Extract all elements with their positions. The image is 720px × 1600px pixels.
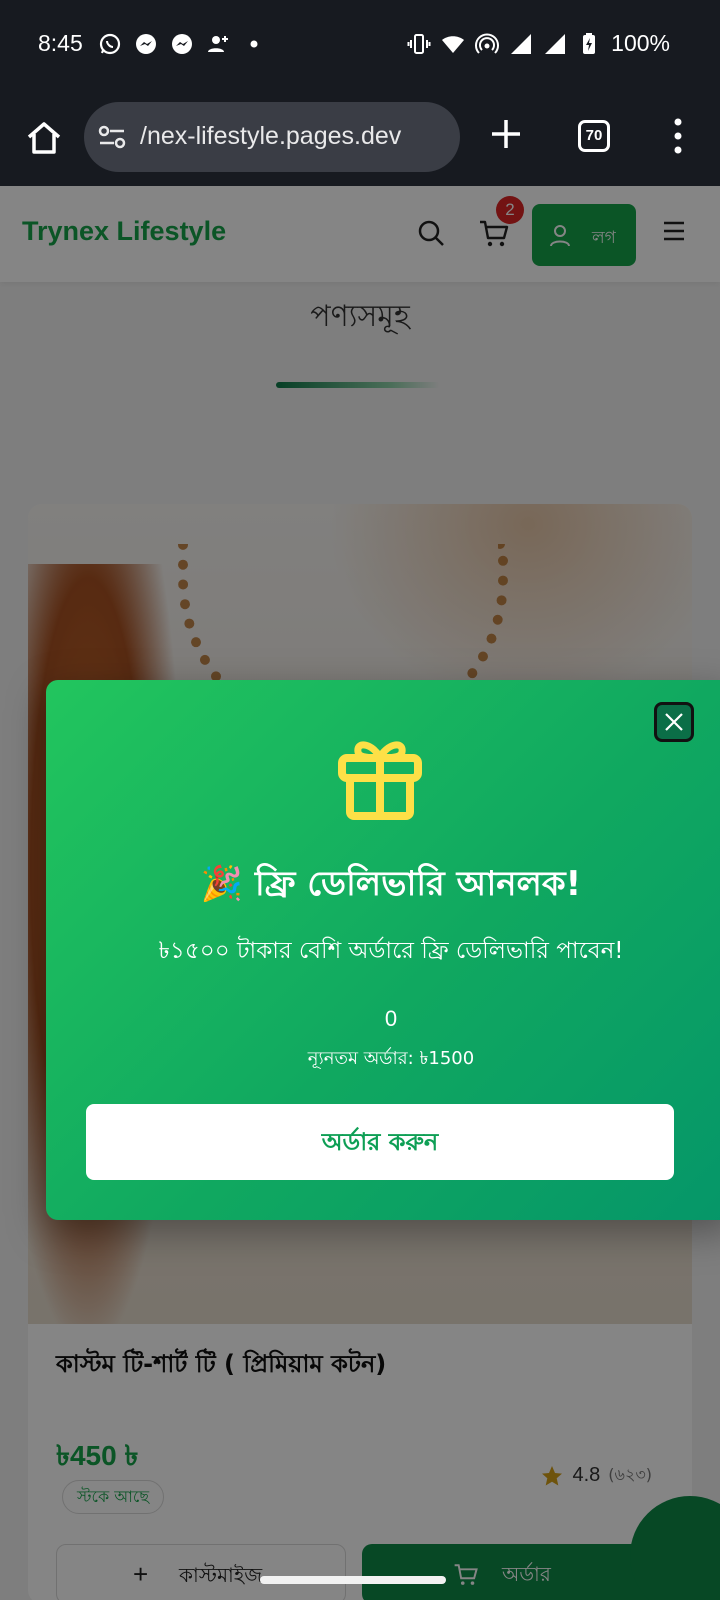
dot-icon	[250, 40, 258, 48]
browser-toolbar: /nex-lifestyle.pages.dev 70	[0, 88, 720, 186]
free-delivery-modal: 🎉 ফ্রি ডেলিভারি আনলক! ৳১৫০০ টাকার বেশি অ…	[46, 680, 720, 1220]
notification-icons	[98, 32, 266, 56]
messenger-icon	[136, 34, 156, 54]
party-popper-icon: 🎉	[200, 864, 244, 904]
status-time: 8:45	[38, 30, 83, 56]
site-settings-icon[interactable]	[98, 125, 126, 149]
modal-title: 🎉 ফ্রি ডেলিভারি আনলক!	[46, 858, 720, 915]
close-icon	[665, 713, 683, 731]
url-bar[interactable]: /nex-lifestyle.pages.dev	[84, 102, 460, 172]
modal-title-text: ফ্রি ডেলিভারি আনলক!	[255, 864, 582, 904]
battery-charging-icon	[583, 32, 596, 54]
gift-icon	[338, 741, 422, 820]
new-tab-icon[interactable]	[486, 114, 526, 154]
minimum-order-text: ন্যূনতম অর্ডার: ৳1500	[307, 1048, 475, 1069]
add-user-icon	[208, 36, 228, 52]
whatsapp-icon	[99, 33, 121, 55]
messenger-icon	[172, 34, 192, 54]
signal-icon	[545, 33, 566, 54]
gesture-nav-bar[interactable]	[260, 1576, 446, 1584]
home-icon[interactable]	[24, 118, 64, 158]
status-bar: 8:45 100%	[0, 0, 720, 88]
signal-icon	[511, 33, 532, 54]
vibrate-icon	[407, 33, 431, 54]
modal-subtitle: ৳১৫০০ টাকার বেশি অর্ডারে ফ্রি ডেলিভারি প…	[158, 938, 624, 964]
hotspot-icon	[475, 33, 500, 54]
system-icons: 100%	[407, 30, 670, 57]
url-text: /nex-lifestyle.pages.dev	[140, 122, 402, 150]
order-amount-count: 0	[384, 1006, 398, 1031]
wifi-icon	[442, 35, 465, 53]
close-button[interactable]	[654, 702, 694, 742]
battery-percent: 100%	[611, 30, 670, 56]
more-options-icon[interactable]	[668, 116, 688, 156]
order-now-button[interactable]: অর্ডার করুন	[86, 1104, 674, 1180]
tab-switcher-button[interactable]: 70	[578, 120, 610, 152]
